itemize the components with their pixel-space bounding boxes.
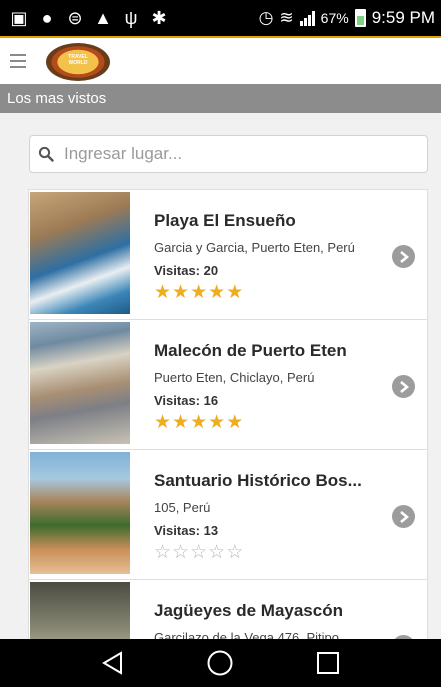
star-filled-icon: ★ — [208, 282, 227, 303]
battery-icon — [354, 9, 366, 27]
star-empty-icon: ☆ — [226, 542, 245, 563]
rating-stars: ★★★★★ — [154, 283, 427, 303]
warning-icon: ▲ — [94, 8, 112, 28]
battery-percent: 67% — [320, 10, 349, 26]
place-title: Santuario Histórico Bos... — [154, 471, 362, 490]
chevron-right-icon[interactable] — [392, 375, 415, 398]
star-filled-icon: ★ — [226, 412, 245, 433]
status-bar: ▣ ● ⊜ ▲ ψ ✱ ◷ ≋ 67% 9:59 PM — [0, 0, 441, 36]
place-visits: Visitas: 16 — [154, 393, 219, 408]
debug-icon: ✱ — [151, 8, 167, 28]
star-filled-icon: ★ — [154, 282, 173, 303]
list-item[interactable]: Santuario Histórico Bos... 105, Perú Vis… — [28, 449, 428, 579]
place-address: 105, Perú — [154, 500, 211, 515]
star-filled-icon: ★ — [226, 282, 245, 303]
app-header: TRAVEL WORLD — [0, 36, 441, 84]
search-box[interactable] — [29, 135, 428, 173]
star-empty-icon: ☆ — [190, 542, 209, 563]
place-photo — [30, 452, 130, 574]
recents-icon[interactable] — [315, 650, 341, 676]
signal-icon — [299, 10, 315, 26]
wifi-icon: ≋ — [279, 8, 294, 27]
place-visits: Visitas: 20 — [154, 263, 219, 278]
star-filled-icon: ★ — [172, 412, 191, 433]
notification-icon: ▣ — [10, 8, 28, 28]
place-address: Puerto Eten, Chiclayo, Perú — [154, 370, 315, 385]
list-item[interactable]: Malecón de Puerto Eten Puerto Eten, Chic… — [28, 319, 428, 449]
star-empty-icon: ☆ — [154, 542, 173, 563]
star-filled-icon: ★ — [190, 282, 209, 303]
section-title: Los mas vistos — [0, 84, 441, 113]
vpn-icon: ⊜ — [67, 8, 83, 28]
place-title: Malecón de Puerto Eten — [154, 341, 347, 360]
place-address: Garcia y Garcia, Puerto Eten, Perú — [154, 240, 355, 255]
star-filled-icon: ★ — [208, 412, 227, 433]
list-item[interactable]: Playa El Ensueño Garcia y Garcia, Puerto… — [28, 189, 428, 319]
chevron-right-icon[interactable] — [392, 245, 415, 268]
places-list: Playa El Ensueño Garcia y Garcia, Puerto… — [28, 189, 428, 687]
place-visits: Visitas: 13 — [154, 523, 219, 538]
chevron-right-icon[interactable] — [392, 505, 415, 528]
alarm-icon: ◷ — [258, 8, 274, 27]
place-photo — [30, 322, 130, 444]
app-logo[interactable]: TRAVEL WORLD — [42, 39, 116, 83]
rating-stars: ★★★★★ — [154, 413, 427, 433]
star-filled-icon: ★ — [154, 412, 173, 433]
search-icon — [38, 146, 54, 162]
system-nav-bar — [0, 639, 441, 687]
status-notification-icons: ▣ ● ⊜ ▲ ψ ✱ — [10, 9, 168, 27]
usb-icon: ψ — [124, 8, 138, 28]
back-icon[interactable] — [100, 650, 126, 676]
rating-stars: ☆☆☆☆☆ — [154, 543, 427, 563]
place-title: Jagüeyes de Mayascón — [154, 601, 343, 620]
search-input[interactable] — [64, 144, 404, 164]
clock: 9:59 PM — [371, 8, 435, 27]
status-system-icons: ◷ ≋ 67% 9:59 PM — [259, 8, 435, 28]
star-filled-icon: ★ — [190, 412, 209, 433]
logo-text: TRAVEL WORLD — [68, 54, 88, 66]
app-icon: ● — [41, 8, 53, 28]
star-empty-icon: ☆ — [208, 542, 227, 563]
star-empty-icon: ☆ — [172, 542, 191, 563]
home-icon[interactable] — [206, 649, 234, 677]
place-photo — [30, 192, 130, 314]
star-filled-icon: ★ — [172, 282, 191, 303]
place-title: Playa El Ensueño — [154, 211, 296, 230]
